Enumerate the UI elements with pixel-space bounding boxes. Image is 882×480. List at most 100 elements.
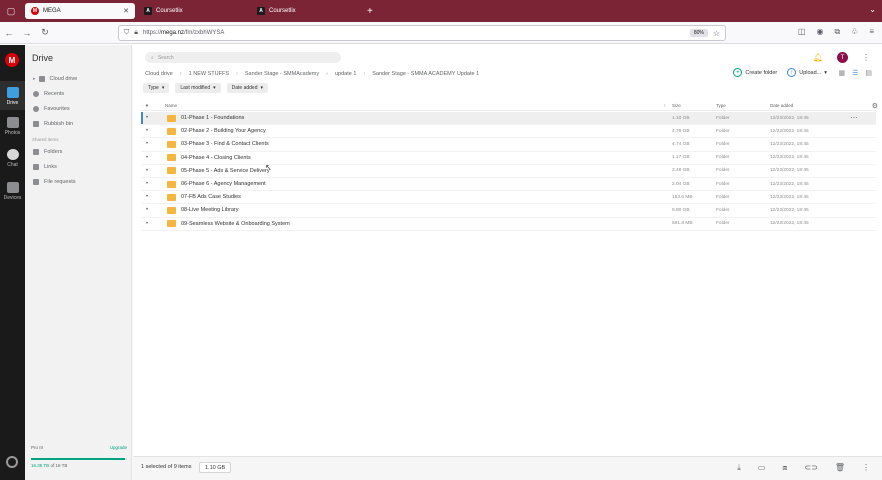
column-type[interactable]: Type (716, 103, 770, 108)
download-icon[interactable]: ⤓ (737, 463, 741, 473)
table-row[interactable]: • 01-Phase 1 - Foundations 1.10 GB Folder 12… (141, 112, 876, 126)
upload-icon: ↑ (787, 68, 797, 77)
more-options-icon[interactable]: ⋮ (862, 53, 870, 62)
upgrade-link[interactable]: Upgrade (110, 445, 127, 450)
bookmark-star-icon[interactable]: ☆ (713, 29, 720, 38)
back-icon[interactable]: ← (0, 28, 18, 38)
storage-bar-fill (31, 458, 126, 460)
navigation-bar: ← → ↻ ⛉ 🔒︎ https://mega.nz/fm/zxbhWYSA 8… (0, 22, 882, 44)
sidebar-item-links[interactable]: Links (33, 164, 57, 170)
delete-icon[interactable]: 🗑︎ (835, 463, 845, 473)
bullet-icon[interactable]: • (141, 128, 153, 134)
extensions-icon[interactable]: ⧉ (834, 27, 840, 37)
sidebar-item-file-requests[interactable]: File requests (33, 179, 76, 185)
tab-coursetlix-2[interactable]: A Coursetlix (251, 3, 361, 19)
breadcrumb-item[interactable]: Sander Stage - SMMA ACADEMY Update 1 (372, 71, 479, 77)
file-type: Folder (716, 221, 730, 227)
more-options-icon[interactable]: ⋮ (862, 463, 870, 473)
file-name-cell[interactable]: 06-Phase 6 - Agency Management (165, 180, 672, 188)
column-name[interactable]: Name ↑ (165, 103, 672, 108)
breadcrumb-item[interactable]: 1 NEW STUFFS (189, 71, 229, 77)
lock-icon[interactable]: 🔒︎ (134, 29, 138, 37)
move-folder-icon[interactable]: ▭ (758, 463, 766, 473)
reload-icon[interactable]: ↻ (36, 27, 54, 38)
gallery-view-icon[interactable]: ▤ (865, 69, 872, 77)
column-date-added[interactable]: Date added (770, 103, 844, 108)
file-name-cell[interactable]: 07-FB Ads Case Studies (165, 193, 672, 201)
file-name-cell[interactable]: 08-Live Meeting Library (165, 206, 672, 214)
file-name-cell[interactable]: 05-Phase 5 - Ads & Service Delivery (165, 167, 672, 175)
table-row[interactable]: • 06-Phase 6 - Agency Management 2.04 GB Fo… (141, 178, 876, 192)
pocket-icon[interactable]: ◫ (798, 27, 806, 37)
search-input[interactable]: ⌕ Search (145, 52, 341, 63)
table-row[interactable]: • 05-Phase 5 - Ads & Service Delivery 2.48… (141, 165, 876, 178)
caret-right-icon[interactable]: ▸ (33, 76, 36, 82)
sidebar-item-folders[interactable]: Folders (33, 149, 62, 155)
url-text[interactable]: https://mega.nz/fm/zxbhWYSA (143, 30, 685, 36)
breadcrumb-separator-icon: › (236, 71, 238, 77)
column-size[interactable]: Size (672, 103, 716, 108)
filter-type[interactable]: Type ▾ (143, 83, 170, 93)
rail-devices[interactable]: Devices (0, 182, 25, 201)
avatar[interactable]: T (837, 52, 848, 63)
bullet-icon[interactable]: • (141, 155, 153, 161)
create-folder-button[interactable]: + Create folder (733, 68, 777, 77)
close-tab-icon[interactable]: ✕ (123, 7, 129, 15)
list-view-icon[interactable]: ☰ (852, 69, 858, 77)
list-all-tabs-icon[interactable]: ⌄ (869, 5, 876, 14)
zoom-level[interactable]: 80% (689, 29, 708, 37)
share-folder-icon[interactable]: ⧈ (782, 463, 787, 473)
sidebar-item-rubbish-bin[interactable]: Rubbish bin (33, 121, 73, 127)
shield-icon[interactable]: ⛉ (124, 29, 129, 37)
link-icon[interactable]: ⊂⊃ (804, 463, 817, 473)
table-row[interactable]: • 03-Phase 3 - Find & Contact Clients 4.74… (141, 138, 876, 152)
breadcrumb-separator-icon: › (179, 71, 182, 77)
sidebar-item-cloud-drive[interactable]: ▸ Cloud drive (33, 76, 77, 82)
bullet-icon[interactable]: • (141, 181, 153, 187)
account-icon[interactable]: ◉ (816, 27, 823, 37)
file-name-cell[interactable]: 01-Phase 1 - Foundations (165, 114, 672, 122)
forward-icon[interactable]: → (18, 28, 36, 38)
breadcrumb-item[interactable]: Cloud drive (145, 71, 173, 77)
menu-icon[interactable]: ≡ (869, 27, 874, 37)
tab-coursetlix-1[interactable]: A Coursetlix (138, 3, 248, 19)
breadcrumb-item[interactable]: update 1 (335, 71, 356, 77)
mega-logo[interactable]: M (5, 53, 19, 67)
rail-drive[interactable]: Drive (0, 81, 25, 110)
sidebar-item-favourites[interactable]: Favourites (33, 106, 70, 112)
file-type: Folder (716, 207, 730, 213)
extension-icon[interactable]: ♧ (851, 27, 858, 37)
bullet-icon[interactable]: • (141, 115, 153, 121)
sidebar-item-recents[interactable]: Recents (33, 91, 64, 97)
table-row[interactable]: • 04-Phase 4 - Closing Clients 1.17 GB Fold… (141, 152, 876, 165)
table-row[interactable]: • 08-Live Meeting Library 5.80 GB Folder 12/… (141, 204, 876, 218)
sync-icon[interactable] (6, 456, 18, 468)
tab-overview-icon[interactable]: ▢ (0, 0, 22, 22)
column-settings-gear-icon[interactable]: ⚙ (872, 102, 878, 110)
bullet-icon[interactable]: • (141, 168, 153, 174)
rail-chat[interactable]: Chat (0, 149, 25, 168)
bullet-icon[interactable]: • (141, 194, 153, 200)
notification-bell-icon[interactable]: 🔔︎ (813, 53, 823, 62)
table-row[interactable]: • 02-Phase 2 - Building Your Agency 4.76 G… (141, 125, 876, 139)
breadcrumb-item[interactable]: Sander Stage - SMMAcademy (245, 71, 319, 77)
new-tab-icon[interactable]: + (367, 6, 373, 17)
table-row[interactable]: • 07-FB Ads Case Studies 153.6 MB Folder 12/… (141, 191, 876, 205)
grid-view-icon[interactable]: ▦ (838, 69, 845, 77)
bullet-icon[interactable]: • (141, 141, 153, 147)
table-row[interactable]: • 09-Seamless Website & Onboarding System… (141, 218, 876, 231)
bullet-icon[interactable]: • (141, 207, 153, 213)
upload-button[interactable]: ↑ Upload... ▾ (787, 68, 827, 77)
file-name-cell[interactable]: 09-Seamless Website & Onboarding System (165, 220, 672, 228)
tab-mega[interactable]: M MEGA ✕ (25, 3, 135, 19)
file-name-cell[interactable]: 02-Phase 2 - Building Your Agency (165, 127, 672, 135)
bullet-icon[interactable]: • (141, 221, 153, 227)
file-name-cell[interactable]: 04-Phase 4 - Closing Clients (165, 154, 672, 162)
favourite-column-heart-icon[interactable]: ♥ (141, 103, 153, 108)
filter-date-added[interactable]: Date added ▾ (226, 83, 268, 93)
rail-photos[interactable]: Photos (0, 117, 25, 136)
filter-last-modified[interactable]: Last modified ▾ (175, 83, 221, 93)
file-name-cell[interactable]: 03-Phase 3 - Find & Contact Clients (165, 140, 672, 148)
row-more-icon[interactable]: ⋯ (844, 114, 864, 122)
address-bar[interactable]: ⛉ 🔒︎ https://mega.nz/fm/zxbhWYSA 80% ☆ (118, 25, 726, 41)
